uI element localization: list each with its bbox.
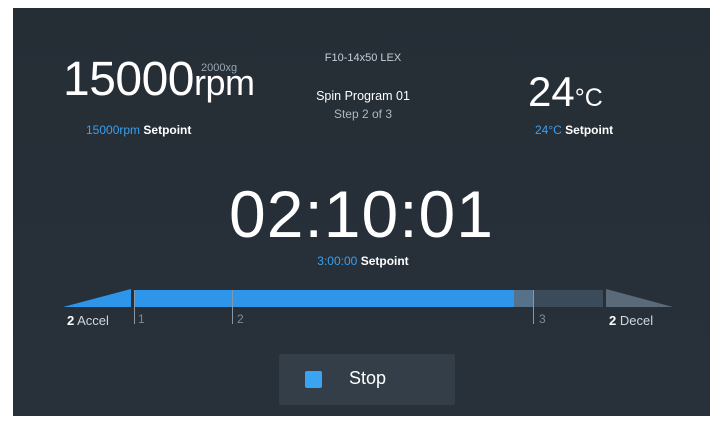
speed-setpoint[interactable]: 15000rpm Setpoint xyxy=(86,123,191,137)
stop-label: Stop xyxy=(349,368,387,388)
progress-fill xyxy=(134,290,514,307)
centrifuge-screen: 15000rpm 2000xg 15000rpm Setpoint F10-14… xyxy=(13,8,710,416)
program-step: Step 2 of 3 xyxy=(333,107,393,121)
progress-step-remaining xyxy=(514,290,533,307)
timer-setpoint-label: Setpoint xyxy=(360,254,409,268)
step-2-label: 2 xyxy=(237,312,244,326)
temperature-setpoint-label: Setpoint xyxy=(565,123,614,137)
speed-value: 15000 xyxy=(63,53,194,106)
temperature-setpoint-value: 24°C xyxy=(535,123,562,137)
accel-value: 2 xyxy=(67,313,75,328)
speed-setpoint-label: Setpoint xyxy=(143,123,192,137)
decel-ramp xyxy=(606,289,673,307)
stop-icon xyxy=(305,371,322,388)
step-3-label: 3 xyxy=(539,312,546,326)
temperature-unit: °C xyxy=(574,84,603,112)
temperature-value: 24 xyxy=(528,68,575,115)
program-name: Spin Program 01 xyxy=(316,89,410,103)
accel-rate[interactable]: 2 Accel xyxy=(67,313,109,328)
step-3-tick xyxy=(533,290,534,324)
step-1-label: 1 xyxy=(138,312,145,326)
accel-ramp xyxy=(63,289,131,307)
decel-rate[interactable]: 2 Decel xyxy=(609,313,653,328)
speed-setpoint-value: 15000rpm xyxy=(86,123,141,137)
temperature-setpoint[interactable]: 24°C Setpoint xyxy=(535,123,613,137)
step-1-tick xyxy=(134,290,135,324)
rotor-name: F10-14x50 LEX xyxy=(324,52,402,64)
decel-label: Decel xyxy=(619,313,654,328)
speed-readout: 15000rpm xyxy=(63,52,255,107)
timer-setpoint[interactable]: 3:00:00 Setpoint xyxy=(273,254,453,268)
step-2-tick xyxy=(232,290,233,324)
timer-readout: 02:10:01 xyxy=(229,177,494,251)
g-force-value: 2000xg xyxy=(201,62,238,74)
decel-value: 2 xyxy=(609,313,617,328)
stop-button[interactable]: Stop xyxy=(279,354,455,405)
temperature-readout: 24°C xyxy=(528,68,603,116)
timer-setpoint-value: 3:00:00 xyxy=(317,254,358,268)
accel-label: Accel xyxy=(77,313,109,328)
